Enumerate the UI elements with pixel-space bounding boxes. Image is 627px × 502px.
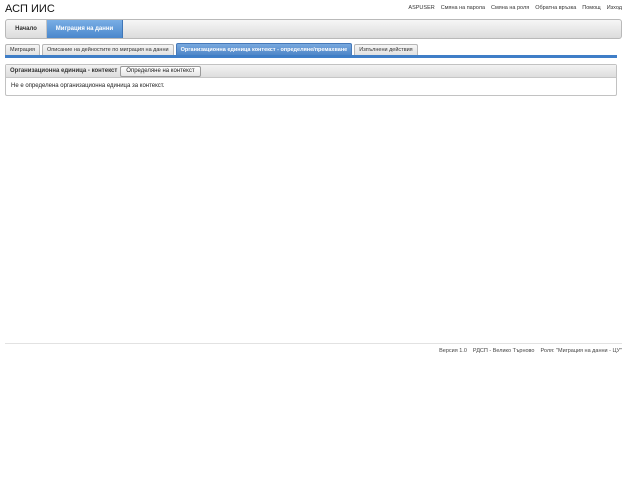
- logout-link[interactable]: Изход: [607, 5, 622, 11]
- footer: Версия 1.0 РДСП - Велико Търново Роля: "…: [439, 348, 622, 354]
- help-link[interactable]: Помощ: [582, 5, 600, 11]
- footer-divider: [5, 343, 622, 344]
- panel-header: Организационна единица - контекст Опреде…: [6, 65, 616, 78]
- main-navigation: Начало Миграция на данни: [5, 19, 622, 39]
- panel-title: Организационна единица - контекст: [10, 68, 118, 74]
- nav-item-data-migration[interactable]: Миграция на данни: [47, 20, 123, 38]
- app-title: АСП ИИС: [5, 3, 55, 15]
- define-context-button[interactable]: Определяне на контекст: [120, 65, 201, 77]
- tab-migration[interactable]: Миграция: [5, 44, 40, 55]
- nav-item-home[interactable]: Начало: [6, 20, 47, 38]
- tab-completed-actions[interactable]: Изпълнени действия: [354, 44, 418, 55]
- sub-tab-bar: Миграция Описание на дейностите по мигра…: [5, 43, 617, 58]
- change-password-link[interactable]: Смяна на парола: [441, 5, 485, 11]
- panel-message: Не е определена организационна единица з…: [11, 83, 165, 89]
- org-unit-context-panel: Организационна единица - контекст Опреде…: [5, 64, 617, 96]
- version-label: Версия 1.0: [439, 348, 467, 354]
- feedback-link[interactable]: Обратна връзка: [535, 5, 576, 11]
- tab-org-unit-context[interactable]: Организационна единица контекст - опреде…: [175, 43, 353, 55]
- change-role-link[interactable]: Смяна на роля: [491, 5, 529, 11]
- user-links-bar: ASPUSER Смяна на парола Смяна на роля Об…: [408, 5, 622, 11]
- tab-migration-activities[interactable]: Описание на дейностите по миграция на да…: [41, 44, 174, 55]
- office-label: РДСП - Велико Търново: [472, 348, 535, 354]
- role-label: Роля: "Миграция на данни - ЦУ": [540, 348, 622, 354]
- user-name-link[interactable]: ASPUSER: [408, 5, 434, 11]
